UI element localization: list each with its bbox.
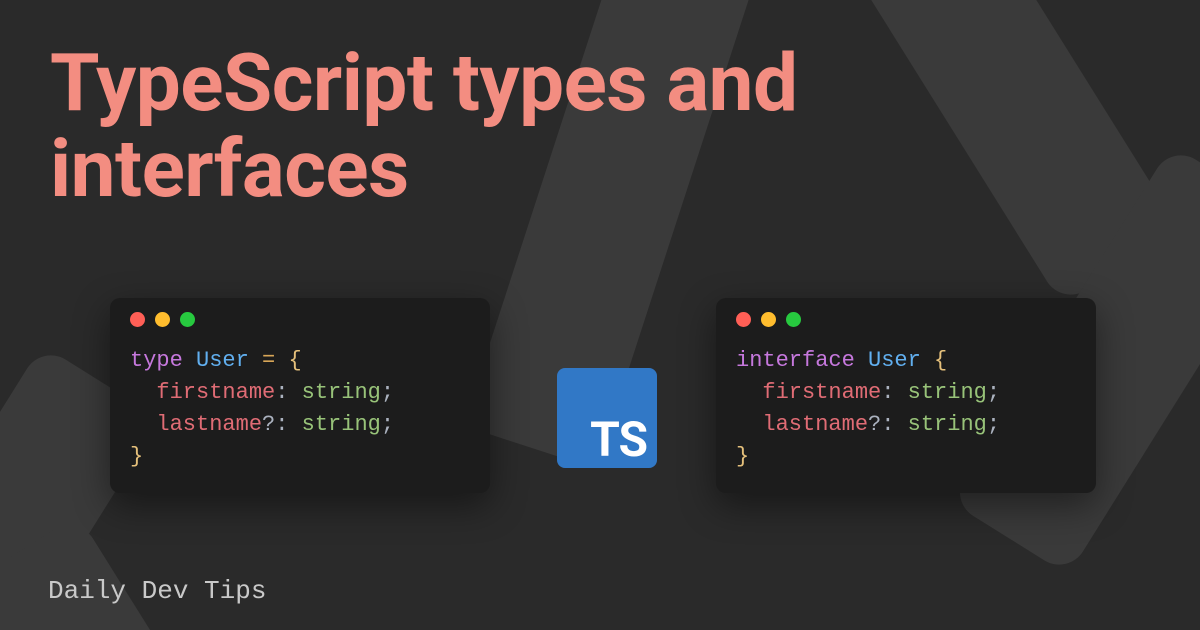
traffic-lights — [736, 312, 1076, 327]
optional-token: ? — [262, 412, 275, 437]
prop-lastname: lastname — [156, 412, 262, 437]
typescript-logo-icon: TS — [557, 368, 657, 468]
type-string: string — [302, 412, 381, 437]
code-block-type: type User = { firstname: string; lastnam… — [130, 345, 470, 473]
brace-close: } — [736, 444, 749, 469]
code-window-type: type User = { firstname: string; lastnam… — [110, 298, 490, 493]
minimize-dot-icon — [761, 312, 776, 327]
typescript-logo-text: TS — [590, 416, 647, 464]
close-dot-icon — [130, 312, 145, 327]
equals-token: = — [262, 348, 275, 373]
traffic-lights — [130, 312, 470, 327]
type-string: string — [908, 380, 987, 405]
colon-token: : — [881, 380, 894, 405]
semicolon-token: ; — [381, 412, 394, 437]
type-name: User — [868, 348, 921, 373]
page-title: TypeScript types andinterfaces — [50, 40, 798, 213]
brace-close: } — [130, 444, 143, 469]
brace-open: { — [288, 348, 301, 373]
close-dot-icon — [736, 312, 751, 327]
type-string: string — [908, 412, 987, 437]
optional-token: ? — [868, 412, 881, 437]
footer-brand: Daily Dev Tips — [48, 576, 266, 606]
keyword-type: type — [130, 348, 183, 373]
type-name: User — [196, 348, 249, 373]
code-block-interface: interface User { firstname: string; last… — [736, 345, 1076, 473]
minimize-dot-icon — [155, 312, 170, 327]
prop-lastname: lastname — [762, 412, 868, 437]
type-string: string — [302, 380, 381, 405]
keyword-interface: interface — [736, 348, 855, 373]
semicolon-token: ; — [987, 412, 1000, 437]
prop-firstname: firstname — [762, 380, 881, 405]
brace-open: { — [934, 348, 947, 373]
code-window-interface: interface User { firstname: string; last… — [716, 298, 1096, 493]
prop-firstname: firstname — [156, 380, 275, 405]
zoom-dot-icon — [786, 312, 801, 327]
colon-token: : — [275, 380, 288, 405]
semicolon-token: ; — [987, 380, 1000, 405]
colon-token: : — [275, 412, 288, 437]
colon-token: : — [881, 412, 894, 437]
semicolon-token: ; — [381, 380, 394, 405]
zoom-dot-icon — [180, 312, 195, 327]
